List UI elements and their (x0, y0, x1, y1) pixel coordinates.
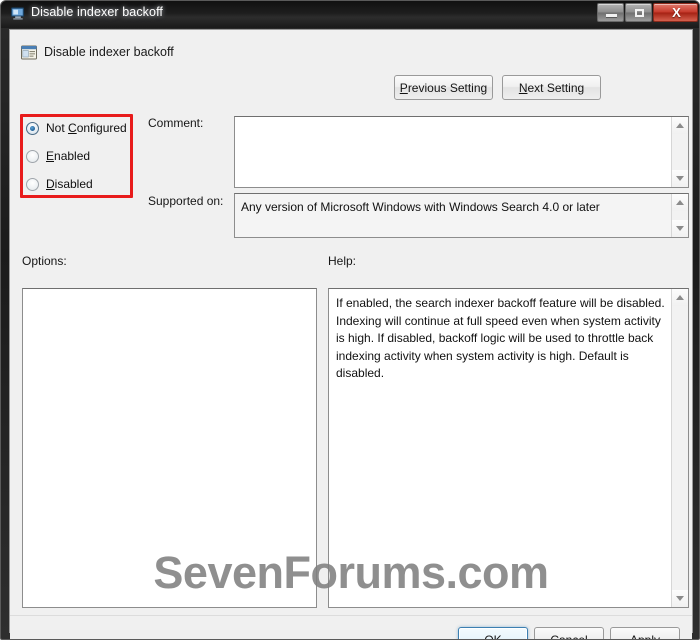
previous-setting-button[interactable]: Previous Setting (394, 75, 493, 100)
minimize-icon (606, 14, 617, 17)
apply-label: pply (638, 632, 661, 640)
scroll-down-icon[interactable] (672, 220, 688, 237)
supported-on-label: Supported on: (148, 194, 224, 208)
close-button[interactable]: X (653, 3, 698, 22)
page-title: Disable indexer backoff (44, 45, 174, 59)
scroll-up-icon[interactable] (672, 194, 688, 211)
previous-setting-accel: P (399, 80, 408, 95)
options-label: Options: (22, 254, 67, 268)
comment-label: Comment: (148, 116, 204, 130)
help-label: Help: (328, 254, 357, 268)
previous-setting-label: revious Setting (407, 80, 488, 95)
window-controls: X (597, 3, 698, 22)
scroll-down-icon[interactable] (672, 590, 688, 607)
help-scrollbar[interactable] (671, 289, 688, 607)
dialog-client-area: Disable indexer backoff Previous Setting… (9, 29, 693, 639)
maximize-button[interactable] (625, 3, 652, 22)
next-setting-button[interactable]: Next Setting (502, 75, 601, 100)
help-text: If enabled, the search indexer backoff f… (336, 296, 665, 380)
supported-on-value: Any version of Microsoft Windows with Wi… (241, 200, 600, 214)
comment-field[interactable] (234, 116, 689, 188)
maximize-icon (635, 9, 644, 17)
close-icon: X (672, 5, 681, 20)
ok-button[interactable]: OK (458, 627, 528, 639)
window-title: Disable indexer backoff (31, 5, 164, 19)
supported-on-field: Any version of Microsoft Windows with Wi… (234, 193, 689, 238)
cancel-button[interactable]: Cancel (534, 627, 604, 639)
policy-monitor-icon (10, 7, 25, 20)
apply-accel: A (629, 632, 638, 640)
help-panel: If enabled, the search indexer backoff f… (328, 288, 689, 608)
apply-button[interactable]: Apply (610, 627, 680, 640)
scroll-down-icon[interactable] (672, 170, 688, 187)
scroll-up-icon[interactable] (672, 117, 688, 134)
next-setting-label: ext Setting (527, 80, 585, 95)
window-titlebar[interactable]: Disable indexer backoff X (1, 1, 699, 28)
options-panel[interactable] (22, 288, 317, 608)
scroll-up-icon[interactable] (672, 289, 688, 306)
minimize-button[interactable] (597, 3, 624, 22)
comment-scrollbar[interactable] (671, 117, 688, 187)
group-policy-setting-window: Disable indexer backoff X Disable indexe… (0, 0, 700, 640)
state-options-highlight (20, 114, 133, 198)
policy-setting-icon (21, 45, 37, 60)
supported-on-scrollbar[interactable] (671, 194, 688, 237)
